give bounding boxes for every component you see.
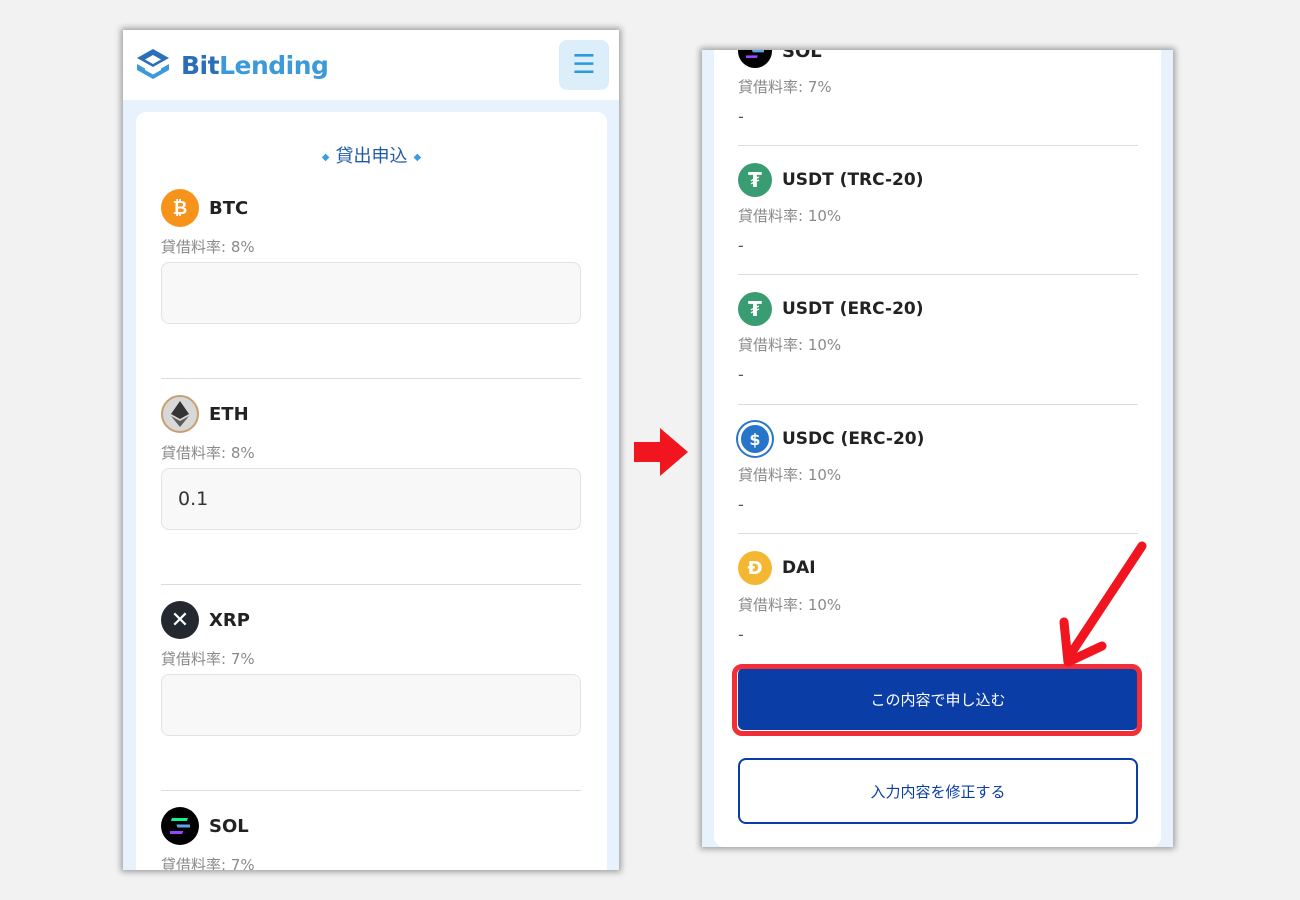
bitcoin-icon: ₿ — [161, 189, 199, 227]
coin-rate: 貸借料率: 7% — [161, 856, 255, 870]
screen-before: BitLending ☰ ◆ 貸出申込 ◆ ₿ BTC 貸借料率: 8% ETH 貸… — [123, 30, 619, 870]
edit-input-button[interactable]: 入力内容を修正する — [738, 758, 1138, 824]
coin-header-usdt-erc20: ₮ USDT (ERC-20) — [738, 292, 924, 326]
coin-name: SOL — [782, 50, 822, 62]
annotation-arrow-icon — [1059, 541, 1147, 667]
coin-amount: - — [738, 365, 744, 384]
xrp-amount-input[interactable] — [161, 674, 581, 736]
divider — [738, 533, 1138, 534]
solana-icon — [738, 50, 772, 68]
solana-icon — [161, 807, 199, 845]
coin-rate: 貸借料率: 10% — [738, 336, 842, 354]
coin-name: DAI — [782, 558, 816, 578]
logo-text: BitLending — [181, 50, 329, 80]
coin-name: BTC — [209, 197, 249, 219]
divider — [738, 145, 1138, 146]
tether-icon: ₮ — [738, 292, 772, 326]
coin-header-dai: Đ DAI — [738, 551, 816, 585]
coin-name: USDT (TRC-20) — [782, 170, 924, 190]
ethereum-icon — [161, 395, 199, 433]
coin-name: SOL — [209, 815, 249, 837]
usdc-icon: $ — [738, 422, 772, 456]
xrp-icon: ✕ — [161, 601, 199, 639]
coin-header-sol: SOL — [161, 807, 249, 845]
divider — [161, 790, 581, 791]
right-arrow-icon — [634, 428, 688, 476]
coin-header-sol: SOL — [738, 50, 822, 68]
divider — [161, 584, 581, 585]
btc-amount-input[interactable] — [161, 262, 581, 324]
coin-rate: 貸借料率: 7% — [161, 650, 255, 668]
coin-rate: 貸借料率: 10% — [738, 207, 842, 225]
tether-icon: ₮ — [738, 163, 772, 197]
coin-rate: 貸借料率: 10% — [738, 466, 842, 484]
form-title: ◆ 貸出申込 ◆ — [136, 142, 607, 168]
coin-name: XRP — [209, 609, 250, 631]
diamond-icon: ◆ — [321, 151, 330, 163]
coin-header-usdt-trc20: ₮ USDT (TRC-20) — [738, 163, 923, 197]
coin-name: ETH — [209, 403, 249, 425]
coin-amount: - — [738, 236, 744, 255]
coin-rate: 貸借料率: 8% — [161, 444, 255, 462]
coin-amount: - — [738, 495, 744, 514]
bitlending-logo-icon — [137, 49, 169, 79]
dai-icon: Đ — [738, 551, 772, 585]
coin-amount: - — [738, 625, 744, 644]
logo[interactable]: BitLending — [135, 47, 329, 83]
confirm-card: SOL 貸借料率: 7% - ₮ USDT (TRC-20) 貸借料率: 10%… — [714, 50, 1161, 847]
coin-rate: 貸借料率: 10% — [738, 596, 842, 614]
coin-rate: 貸借料率: 7% — [738, 78, 832, 96]
coin-header-xrp: ✕ XRP — [161, 601, 250, 639]
coin-header-btc: ₿ BTC — [161, 189, 249, 227]
logo-text-lending: Lending — [219, 50, 329, 80]
eth-amount-input[interactable] — [161, 468, 581, 530]
divider — [738, 404, 1138, 405]
coin-amount: - — [738, 107, 744, 126]
menu-button[interactable]: ☰ — [559, 40, 609, 90]
logo-text-bit: Bit — [181, 50, 220, 80]
coin-name: USDC (ERC-20) — [782, 429, 925, 449]
coin-header-eth: ETH — [161, 395, 249, 433]
divider — [161, 378, 581, 379]
divider — [738, 274, 1138, 275]
app-header: BitLending ☰ — [123, 30, 619, 100]
coin-header-usdc-erc20: $ USDC (ERC-20) — [738, 422, 924, 456]
diamond-icon: ◆ — [413, 151, 422, 163]
lending-form-card: ◆ 貸出申込 ◆ ₿ BTC 貸借料率: 8% ETH 貸借料率: 8% ✕ XRP… — [136, 112, 607, 870]
coin-rate: 貸借料率: 8% — [161, 238, 255, 256]
highlight-box — [732, 664, 1142, 736]
form-title-text: 貸出申込 — [335, 146, 408, 167]
screen-after: SOL 貸借料率: 7% - ₮ USDT (TRC-20) 貸借料率: 10%… — [702, 50, 1173, 847]
coin-name: USDT (ERC-20) — [782, 299, 924, 319]
hamburger-icon: ☰ — [572, 50, 596, 80]
